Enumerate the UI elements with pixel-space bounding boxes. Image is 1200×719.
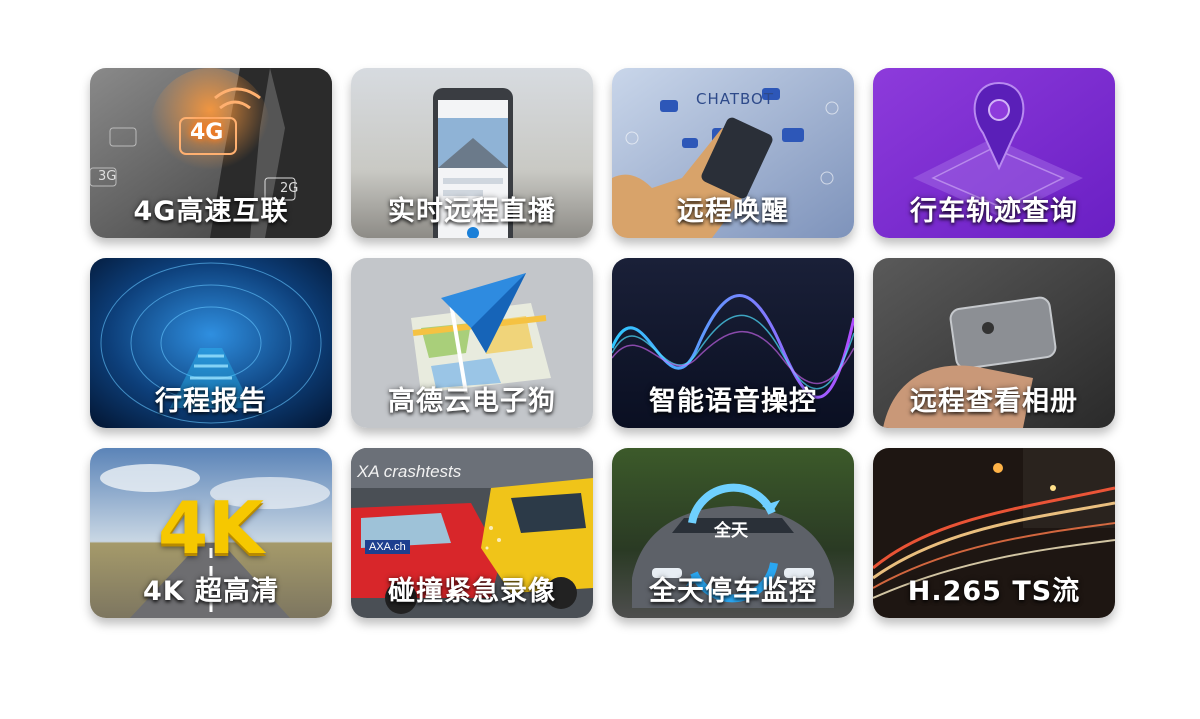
tile-voice-control[interactable]: 智能语音操控 <box>612 258 854 428</box>
tile-label: 远程查看相册 <box>910 386 1078 417</box>
crashtests-banner: XA crashtests <box>357 462 462 481</box>
tile-label: 行程报告 <box>155 386 267 417</box>
tile-label: 碰撞紧急录像 <box>388 576 556 607</box>
chatbot-heading: CHATBOT <box>696 90 775 108</box>
tile-label: H.265 TS流 <box>907 576 1081 607</box>
tile-track-query[interactable]: 行车轨迹查询 <box>873 68 1115 238</box>
tile-h265-ts[interactable]: H.265 TS流 <box>873 448 1115 618</box>
4g-badge: 4G <box>190 120 224 145</box>
tile-4g-connectivity[interactable]: 2G 3G 2G 4G 4G高速互联 <box>90 68 332 238</box>
4k-text: 4K <box>158 486 264 570</box>
tile-label: 实时远程直播 <box>388 196 556 227</box>
tile-label: 全天停车监控 <box>649 576 817 607</box>
tile-label: 智能语音操控 <box>649 386 817 417</box>
tile-amap-camera[interactable]: 高德云电子狗 <box>351 258 593 428</box>
tile-label: 4K 超高清 <box>142 576 280 607</box>
tile-trip-report[interactable]: 行程报告 <box>90 258 332 428</box>
mini-network-label: 3G <box>98 169 116 184</box>
tile-remote-wake[interactable]: CHATBOT 远程唤醒 <box>612 68 854 238</box>
tile-live-stream[interactable]: 实时远程直播 <box>351 68 593 238</box>
tile-label: 高德云电子狗 <box>388 386 556 417</box>
all-day-badge: 全天 <box>714 521 748 541</box>
tile-crash-recording[interactable]: XA crashtests AXA.ch 碰撞紧急录像 <box>351 448 593 618</box>
tile-label: 远程唤醒 <box>677 196 789 227</box>
tile-label: 4G高速互联 <box>133 196 289 227</box>
axa-badge: AXA.ch <box>365 540 410 554</box>
tile-remote-album[interactable]: 远程查看相册 <box>873 258 1115 428</box>
tile-4k-uhd[interactable]: 4K 4K 超高清 <box>90 448 332 618</box>
feature-grid: 2G 3G 2G 4G 4G高速互联 实时远程直播 CHATBOT 远程唤醒 行… <box>90 68 1115 618</box>
tile-label: 行车轨迹查询 <box>910 196 1078 227</box>
tile-parking-monitor[interactable]: 全天 全天停车监控 <box>612 448 854 618</box>
